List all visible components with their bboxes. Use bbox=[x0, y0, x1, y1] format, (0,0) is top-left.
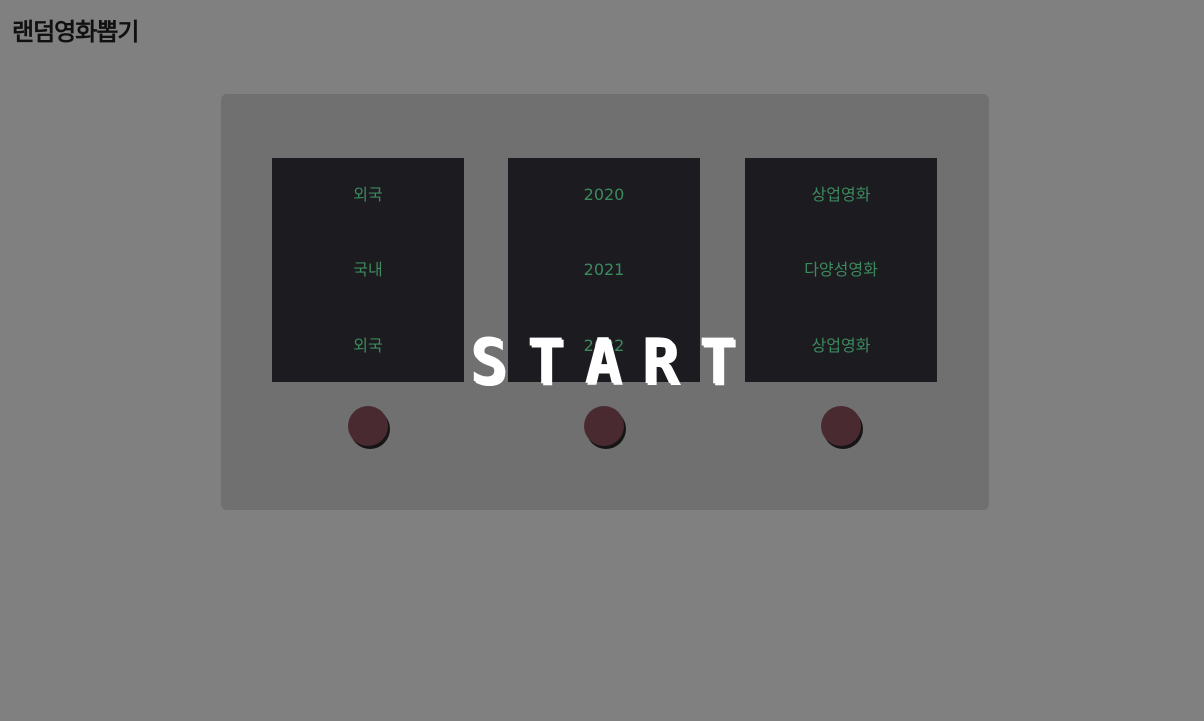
stop-button-reel-1[interactable] bbox=[348, 406, 388, 446]
reel-genre: 상업영화 다양성영화 상업영화 bbox=[745, 158, 937, 382]
stop-button-reel-2[interactable] bbox=[584, 406, 624, 446]
start-button[interactable]: START bbox=[463, 325, 743, 398]
stop-button-reel-3[interactable] bbox=[821, 406, 861, 446]
slot-machine: 외국 국내 외국 2020 2021 2022 상업영화 다양성영화 상업영화 bbox=[221, 94, 989, 510]
reel-item: 상업영화 bbox=[811, 336, 871, 355]
reel-item: 외국 bbox=[353, 336, 383, 355]
reel-country: 외국 국내 외국 bbox=[272, 158, 464, 382]
reel-item: 다양성영화 bbox=[804, 260, 878, 279]
reel-item: 외국 bbox=[353, 185, 383, 204]
reel-item: 2021 bbox=[583, 260, 625, 279]
reel-item: 국내 bbox=[353, 260, 383, 279]
reel-item: 2020 bbox=[583, 185, 625, 204]
reel-item: 상업영화 bbox=[811, 185, 871, 204]
page-title: 랜덤영화뽑기 bbox=[12, 18, 139, 46]
